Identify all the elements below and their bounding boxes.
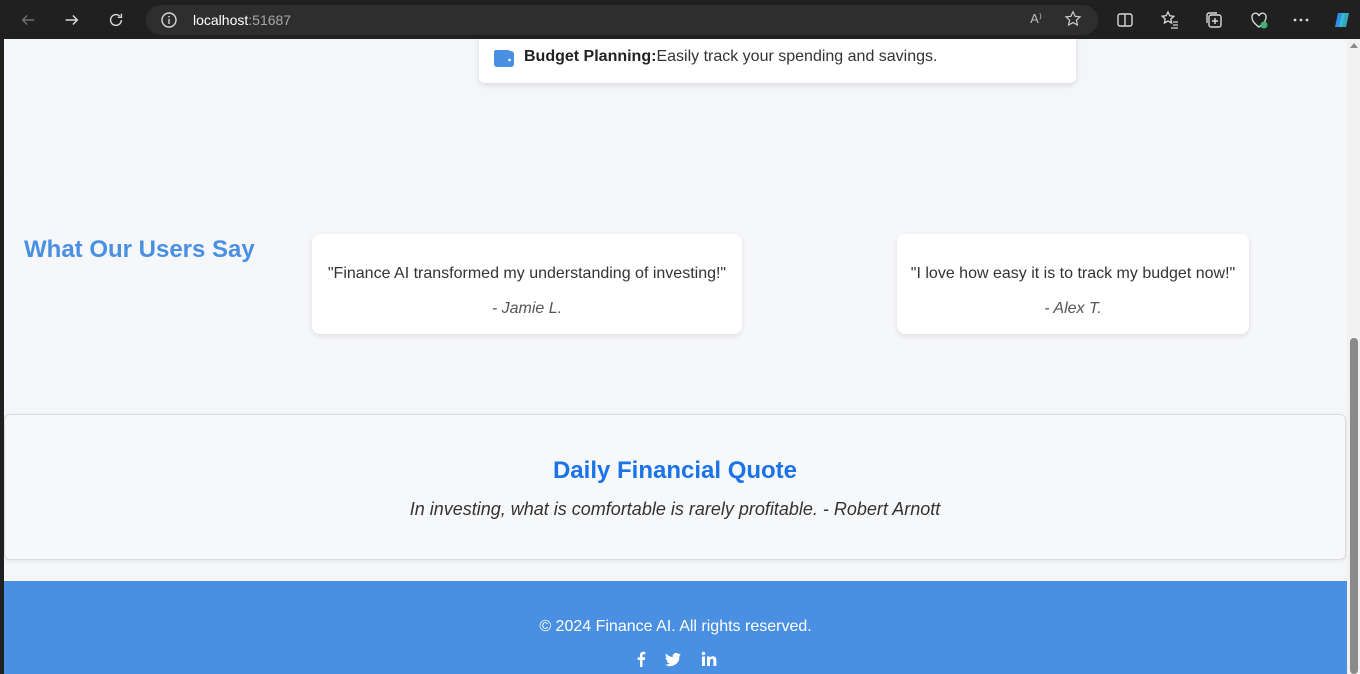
browser-toolbar: localhost:51687 A⁾ [0, 0, 1360, 39]
favorite-star-icon[interactable] [1064, 10, 1082, 28]
feature-text: Budget Planning:Easily track your spendi… [524, 48, 937, 66]
favorites-button[interactable] [1160, 10, 1180, 30]
collections-icon [1206, 12, 1222, 28]
copilot-button[interactable] [1332, 10, 1352, 30]
daily-quote-section: Daily Financial Quote In investing, what… [4, 414, 1346, 560]
copilot-icon [1335, 13, 1349, 27]
favorites-list-icon [1160, 10, 1178, 29]
forward-button[interactable] [58, 6, 86, 34]
back-button[interactable] [14, 6, 42, 34]
browser-essentials-button[interactable] [1249, 10, 1269, 30]
read-aloud-icon[interactable]: A⁾ [1030, 11, 1042, 27]
more-dots-icon [1293, 18, 1309, 22]
heart-pulse-icon [1251, 12, 1268, 29]
collections-button[interactable] [1204, 10, 1224, 30]
site-info-icon[interactable] [160, 11, 178, 29]
wallet-icon [494, 50, 514, 67]
page-viewport: Budget Planning:Easily track your spendi… [4, 39, 1347, 674]
feature-card-budget-planning: Budget Planning:Easily track your spendi… [479, 39, 1076, 83]
refresh-button[interactable] [102, 6, 130, 34]
feature-title: Budget Planning: [524, 48, 657, 65]
footer-copyright: © 2024 Finance AI. All rights reserved. [539, 618, 812, 635]
twitter-icon[interactable] [665, 651, 681, 667]
testimonial-author: - Alex T. [1044, 300, 1102, 317]
address-bar[interactable]: localhost:51687 A⁾ [146, 5, 1098, 35]
scrollbar-thumb[interactable] [1350, 338, 1358, 674]
more-options-button[interactable] [1291, 10, 1311, 30]
testimonial-quote: "Finance AI transformed my understanding… [327, 265, 727, 282]
testimonial-author: - Jamie L. [491, 300, 563, 317]
daily-quote-title: Daily Financial Quote [552, 457, 798, 484]
linkedin-icon[interactable] [701, 651, 717, 667]
feature-description: Easily track your spending and savings. [656, 48, 938, 65]
scroll-up-arrow-icon[interactable] [1350, 43, 1358, 48]
testimonial-quote: "I love how easy it is to track my budge… [910, 265, 1236, 282]
facebook-icon[interactable] [633, 651, 649, 667]
forward-arrow-icon [65, 14, 79, 26]
back-arrow-icon [21, 14, 35, 26]
footer: © 2024 Finance AI. All rights reserved. [4, 581, 1347, 674]
testimonial-card: "Finance AI transformed my understanding… [312, 234, 742, 334]
testimonial-card: "I love how easy it is to track my budge… [897, 234, 1249, 334]
split-screen-icon [1117, 13, 1133, 27]
url-text: localhost:51687 [193, 12, 292, 28]
testimonials-section: What Our Users Say "Finance AI transform… [4, 174, 1347, 394]
split-screen-button[interactable] [1115, 10, 1135, 30]
testimonials-heading: What Our Users Say [24, 236, 255, 263]
refresh-icon [109, 13, 123, 27]
daily-quote-text: In investing, what is comfortable is rar… [409, 499, 941, 519]
